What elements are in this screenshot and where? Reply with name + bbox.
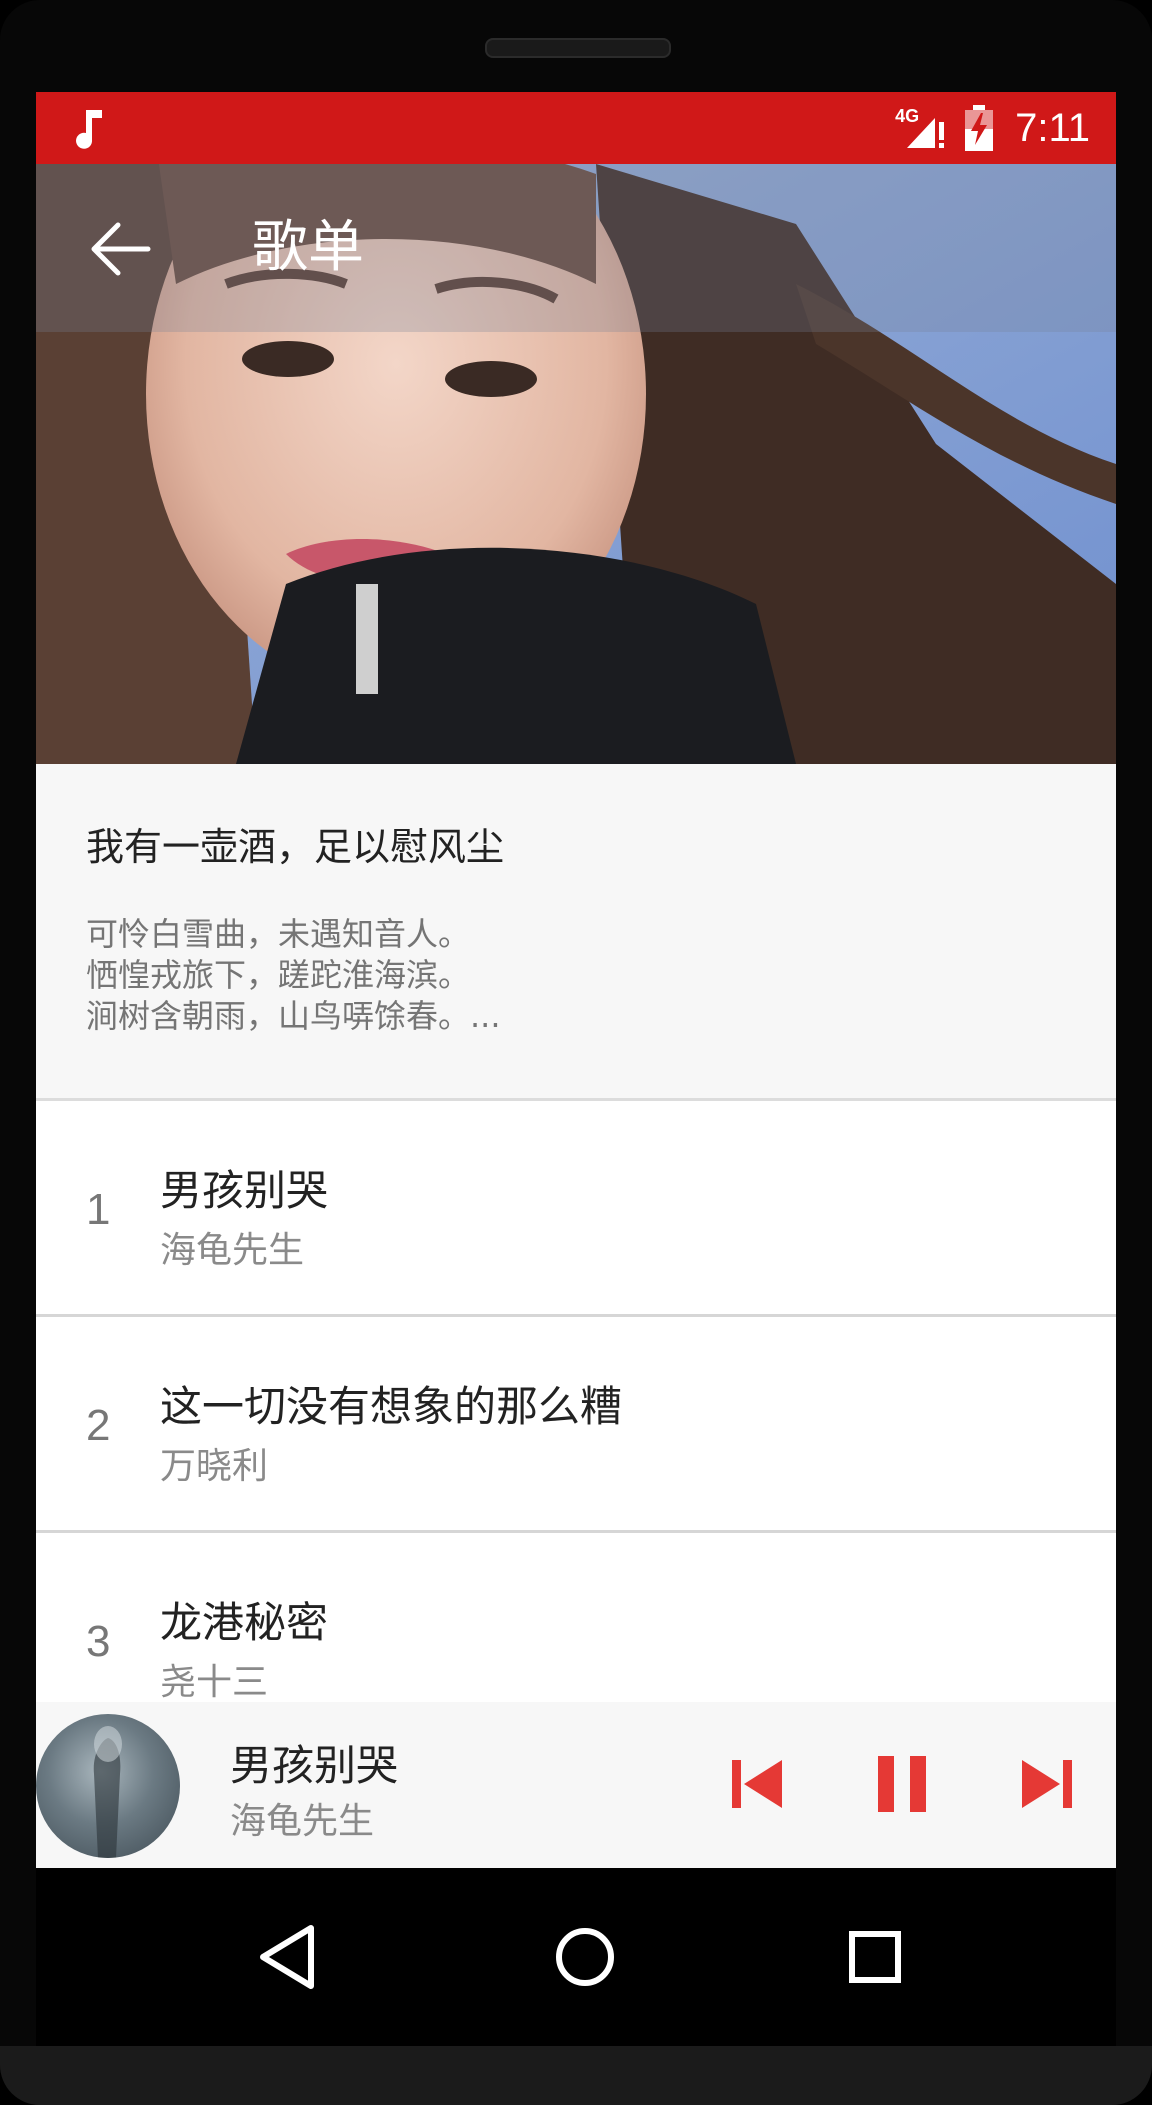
signal-icon: 4G <box>895 106 951 150</box>
song-index: 3 <box>86 1617 111 1666</box>
song-title: 男孩别哭 <box>160 1166 329 1215</box>
toolbar: 歌单 <box>36 164 1116 332</box>
song-artist: 海龟先生 <box>160 1230 305 1271</box>
phone-chin <box>0 2046 1152 2105</box>
song-index: 1 <box>86 1185 111 1234</box>
arrow-back-icon[interactable] <box>86 214 156 284</box>
playlist-info: 我有一壶酒，足以慰风尘 可怜白雪曲，未遇知音人。 恓惶戎旅下，蹉跎淮海滨。 涧树… <box>36 764 1116 1101</box>
recents-square-icon[interactable] <box>830 1912 920 2002</box>
playlist-title: 我有一壶酒，足以慰风尘 <box>86 825 505 869</box>
song-title: 这一切没有想象的那么糟 <box>160 1382 623 1431</box>
now-playing-title: 男孩别哭 <box>230 1741 399 1790</box>
status-bar: 4G 7:11 <box>36 92 1116 164</box>
mini-player[interactable]: 男孩别哭 海龟先生 <box>36 1702 1116 1868</box>
playlist-cover: 歌单 <box>36 164 1116 764</box>
phone-frame: 4G 7:11 歌单 我有一壶酒，足以慰风尘 可怜白雪曲，未遇知音人。 恓惶戎旅… <box>0 0 1152 2105</box>
status-time: 7:11 <box>1015 105 1090 150</box>
skip-previous-icon[interactable] <box>728 1754 788 1814</box>
song-artist: 尧十三 <box>160 1662 269 1703</box>
song-artist: 万晓利 <box>160 1446 269 1487</box>
system-nav-bar <box>36 1868 1116 2046</box>
now-playing-artist: 海龟先生 <box>230 1801 375 1842</box>
song-index: 2 <box>86 1401 111 1450</box>
back-triangle-icon[interactable] <box>245 1912 335 2002</box>
song-list: 1 男孩别哭 海龟先生 2 这一切没有想象的那么糟 万晓利 3 龙港秘密 尧十三 <box>36 1101 1116 1749</box>
album-art[interactable] <box>36 1714 180 1858</box>
page-title: 歌单 <box>252 215 364 280</box>
song-row[interactable]: 1 男孩别哭 海龟先生 <box>36 1101 1116 1317</box>
pause-icon[interactable] <box>872 1754 932 1814</box>
song-title: 龙港秘密 <box>160 1598 329 1647</box>
home-circle-icon[interactable] <box>540 1912 630 2002</box>
skip-next-icon[interactable] <box>1016 1754 1076 1814</box>
speaker-grille <box>485 38 671 58</box>
playlist-description[interactable]: 可怜白雪曲，未遇知音人。 恓惶戎旅下，蹉跎淮海滨。 涧树含朝雨，山鸟哢馀春。..… <box>86 914 1066 1037</box>
battery-charging-icon <box>965 105 994 151</box>
status-right-group: 4G 7:11 <box>895 92 1090 164</box>
app-screen: 4G 7:11 歌单 我有一壶酒，足以慰风尘 可怜白雪曲，未遇知音人。 恓惶戎旅… <box>36 92 1116 1868</box>
song-row[interactable]: 2 这一切没有想象的那么糟 万晓利 <box>36 1317 1116 1533</box>
music-note-icon <box>76 110 102 149</box>
